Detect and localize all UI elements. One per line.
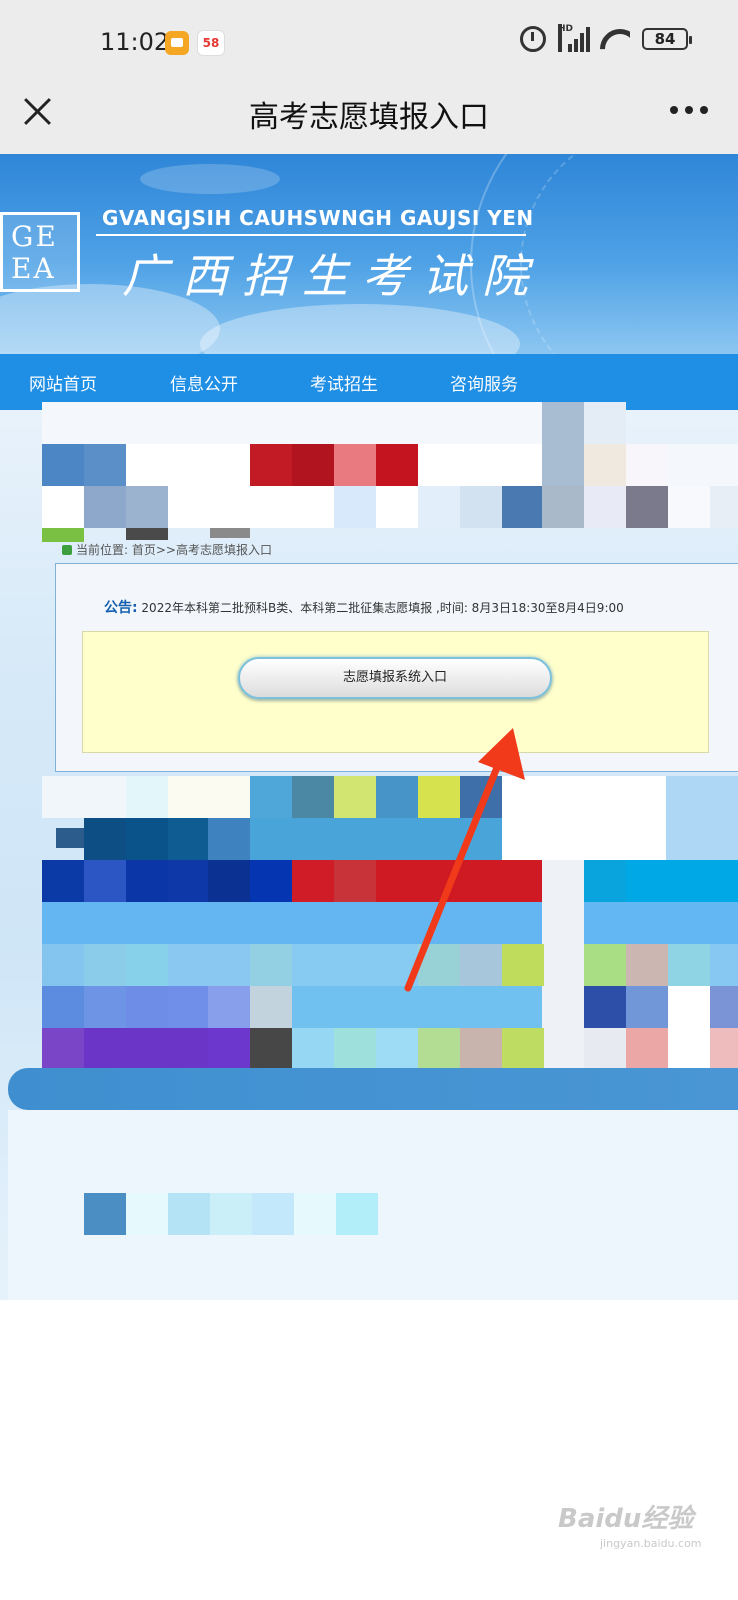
status-bar: 11:02 58 HD 84	[0, 0, 738, 86]
app-58-icon: 58	[197, 30, 225, 56]
logo-text: GEEA	[11, 220, 58, 285]
nav-item-exam[interactable]: 考试招生	[310, 370, 378, 395]
volunteer-system-entry-button[interactable]: 志愿填报系统入口	[238, 657, 552, 699]
title-bar: 高考志愿填报入口	[0, 86, 738, 154]
nav-item-home[interactable]: 网站首页	[29, 370, 97, 395]
breadcrumb: 当前位置: 首页>>高考志愿填报入口	[62, 541, 272, 558]
alarm-icon	[520, 26, 546, 52]
hd-label: HD	[558, 24, 573, 52]
entry-box: 志愿填报系统入口	[82, 631, 709, 753]
page-title: 高考志愿填报入口	[249, 100, 489, 135]
notice-label: 公告:	[104, 600, 138, 616]
status-time: 11:02	[100, 28, 170, 56]
site-header-banner: GEEA GVANGJSIH CAUHSWNGH GAUJSI YEN 广西招生…	[0, 154, 738, 354]
nav-item-consult[interactable]: 咨询服务	[450, 370, 518, 395]
breadcrumb-icon	[62, 545, 72, 555]
site-english-name: GVANGJSIH CAUHSWNGH GAUJSI YEN	[102, 206, 534, 230]
message-app-icon	[165, 31, 189, 55]
nav-item-info[interactable]: 信息公开	[170, 370, 238, 395]
header-divider	[96, 234, 526, 236]
baidu-watermark-url: jingyan.baidu.com	[600, 1537, 702, 1550]
baidu-watermark: Baidu经验	[558, 1504, 694, 1534]
site-chinese-name: 广西招生考试院	[122, 249, 542, 303]
footer-band	[8, 1068, 738, 1110]
notice: 公告: 2022年本科第二批预科B类、本科第二批征集志愿填报 ,时间: 8月3日…	[104, 597, 624, 617]
signal-icon: HD	[558, 24, 590, 52]
notice-panel: 公告: 2022年本科第二批预科B类、本科第二批征集志愿填报 ,时间: 8月3日…	[55, 563, 738, 772]
more-options-icon[interactable]	[670, 106, 710, 116]
battery-icon: 84	[642, 28, 692, 50]
breadcrumb-text[interactable]: 当前位置: 首页>>高考志愿填报入口	[76, 543, 272, 557]
site-logo[interactable]: GEEA	[0, 212, 80, 292]
wifi-icon	[600, 27, 630, 51]
notice-text: 2022年本科第二批预科B类、本科第二批征集志愿填报 ,时间: 8月3日18:3…	[137, 601, 624, 615]
status-indicators: HD 84	[520, 24, 692, 52]
